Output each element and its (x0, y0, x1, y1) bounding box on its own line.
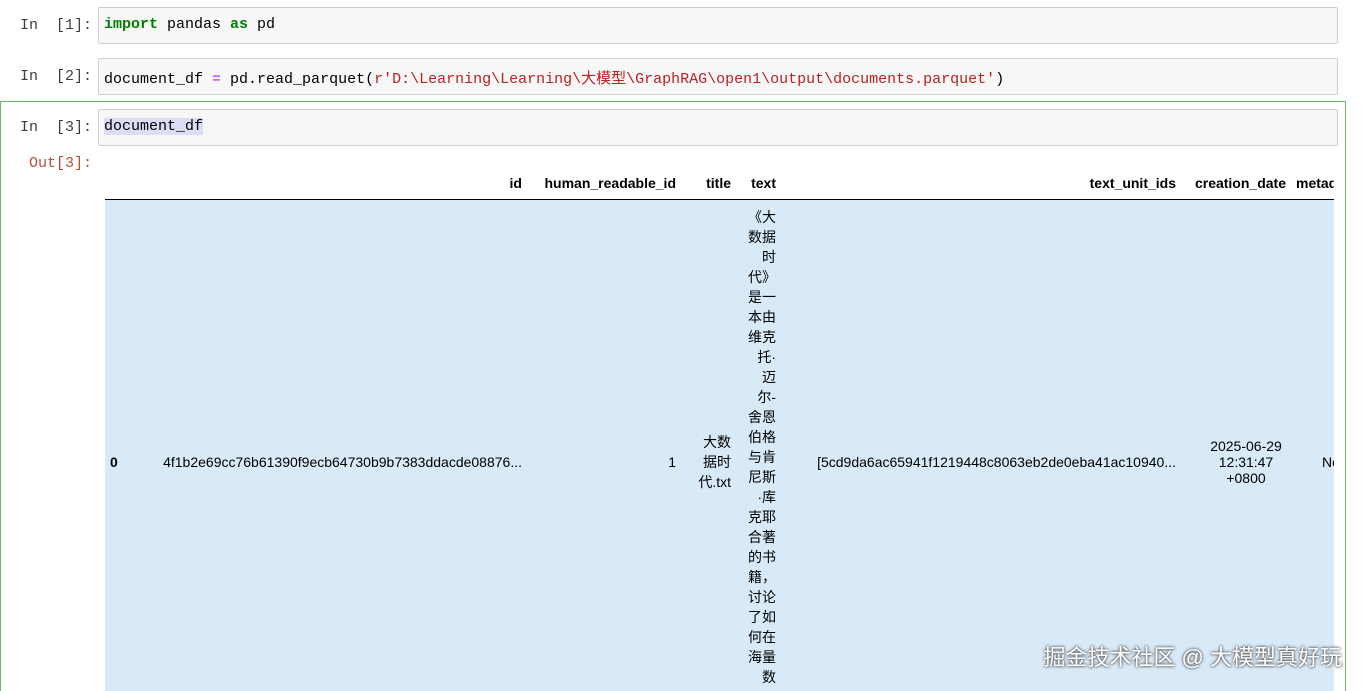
code-token: import (104, 16, 159, 33)
dataframe-output: id human_readable_id title text text_uni… (105, 166, 1334, 691)
column-header-metadata: metada (1291, 166, 1334, 200)
cell-1-code[interactable]: import pandas as pd (104, 16, 275, 33)
cell-title-text: 大数据时代.txt (698, 434, 731, 491)
code-token: document_df (104, 71, 213, 88)
dataframe-table: id human_readable_id title text text_uni… (105, 166, 1334, 691)
cell-text: 《大数据时代》是一本由维克托·迈尔-舍恩伯格与肯尼斯·库克耶合著的书籍，讨论了如… (736, 200, 781, 691)
code-token: r'D:\Learning\Learning\大模型\GraphRAG\open… (374, 71, 996, 88)
column-header-human-readable-id: human_readable_id (527, 166, 681, 200)
code-token: pd.read_parquet( (221, 71, 375, 88)
row-index: 0 (110, 454, 118, 471)
output-prompt: Out[3]: (28, 155, 92, 172)
code-token: = (212, 71, 222, 88)
cell-1-input[interactable]: import pandas as pd (98, 7, 1338, 44)
column-header-text: text (736, 166, 781, 200)
cell-creation-date: 2025-06-29 12:31:47 +0800 (1181, 200, 1291, 691)
cell-2-prompt: In [2]: (19, 68, 92, 85)
cell-1-prompt: In [1]: (19, 17, 92, 34)
column-header-text-unit-ids: text_unit_ids (781, 166, 1181, 200)
cell-creation-date-text: 2025-06-29 12:31:47 +0800 (1210, 438, 1282, 487)
cell-3-code[interactable]: document_df (104, 118, 204, 135)
table-row: 0 4f1b2e69cc76b61390f9ecb64730b9b7383dda… (105, 199, 1334, 691)
cell-3-prompt: In [3]: (19, 119, 92, 136)
cell-id: 4f1b2e69cc76b61390f9ecb64730b9b7383ddacd… (163, 454, 522, 471)
code-token: document_df (104, 118, 204, 135)
column-header-title: title (681, 166, 736, 200)
cell-text-unit-ids: [5cd9da6ac65941f1219448c8063eb2de0eba41a… (817, 454, 1176, 471)
column-header-creation-date: creation_date (1181, 166, 1291, 200)
column-header-index (105, 166, 131, 200)
cell-metadata: No (1322, 454, 1334, 471)
table-header-row: id human_readable_id title text text_uni… (105, 166, 1334, 200)
watermark: 掘金技术社区 @ 大模型真好玩 (1043, 645, 1342, 670)
cell-text-content: 《大数据时代》是一本由维克托·迈尔-舍恩伯格与肯尼斯·库克耶合著的书籍，讨论了如… (748, 209, 776, 685)
code-token: as (230, 16, 249, 33)
code-token: ) (995, 71, 1005, 88)
cell-3-input[interactable]: document_df (98, 109, 1338, 146)
cell-title: 大数据时代.txt (681, 200, 736, 691)
column-header-id: id (131, 166, 527, 200)
cell-2-input[interactable]: document_df = pd.read_parquet(r'D:\Learn… (98, 58, 1338, 95)
cell-2-code[interactable]: document_df = pd.read_parquet(r'D:\Learn… (104, 67, 1004, 88)
code-token: pd (248, 16, 276, 33)
cell-human-readable-id: 1 (668, 454, 676, 471)
code-token: pandas (158, 16, 231, 33)
